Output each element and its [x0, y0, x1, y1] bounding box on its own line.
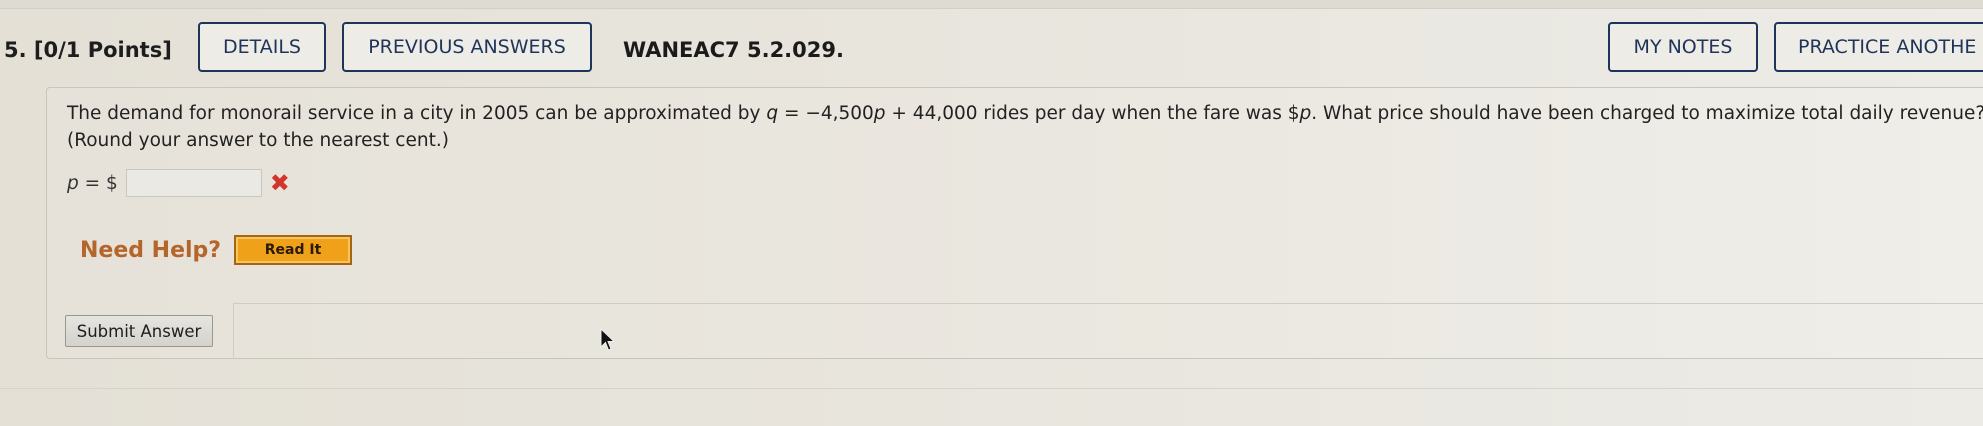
- section-divider-vertical: [233, 303, 234, 359]
- question-text: The demand for monorail service in a cit…: [67, 100, 1983, 154]
- need-help-label: Need Help?: [80, 237, 222, 263]
- question-text-part: + 44,000 rides per day when the fare was…: [885, 103, 1300, 124]
- need-help-row: Need Help? Read It: [80, 234, 353, 266]
- question-number-points: 5. [0/1 Points]: [4, 38, 172, 62]
- points-label: [0/1 Points]: [33, 38, 172, 62]
- section-divider: [233, 303, 1983, 304]
- question-text-part: = −4,500: [778, 103, 874, 124]
- answer-row: p = $ ✖: [67, 166, 290, 200]
- variable-p: p: [1299, 103, 1312, 124]
- question-text-part: The demand for monorail service in a cit…: [67, 103, 767, 124]
- answer-label: p = $: [67, 173, 118, 194]
- my-notes-button[interactable]: MY NOTES: [1608, 22, 1758, 72]
- answer-variable-p: p: [67, 172, 79, 194]
- bottom-divider: [0, 388, 1983, 389]
- question-panel: The demand for monorail service in a cit…: [46, 87, 1983, 359]
- previous-answers-button[interactable]: PREVIOUS ANSWERS: [342, 22, 592, 72]
- question-number: 5.: [4, 38, 27, 62]
- details-button[interactable]: DETAILS: [198, 22, 326, 72]
- answer-label-suffix: = $: [78, 172, 118, 194]
- question-header: 5. [0/1 Points] DETAILS PREVIOUS ANSWERS…: [0, 8, 1983, 88]
- practice-another-button[interactable]: PRACTICE ANOTHE: [1774, 22, 1983, 72]
- read-it-button[interactable]: Read It: [234, 235, 353, 265]
- variable-q: q: [766, 103, 779, 124]
- submit-answer-button[interactable]: Submit Answer: [65, 315, 213, 347]
- price-answer-input[interactable]: [125, 169, 262, 197]
- mouse-cursor-icon: [600, 328, 616, 351]
- variable-p: p: [873, 103, 886, 124]
- problem-code: WANEAC7 5.2.029.: [623, 38, 844, 62]
- x-mark-icon: ✖: [269, 169, 290, 197]
